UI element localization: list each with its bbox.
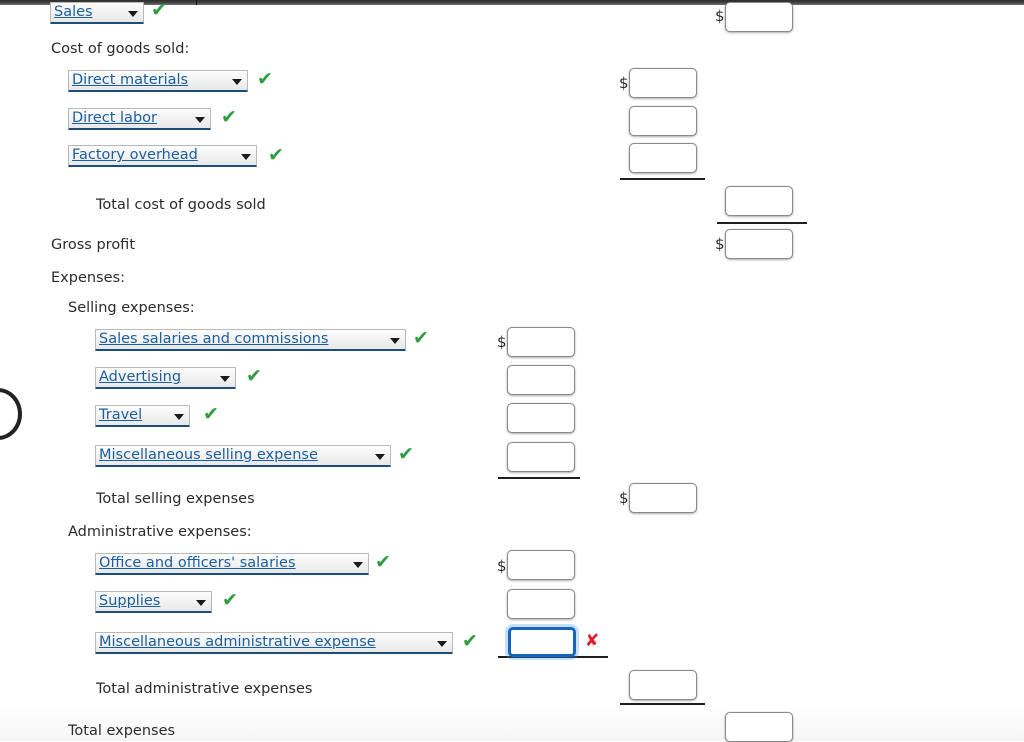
account-select-value-direct-labor: Direct labor	[72, 110, 157, 126]
row-label-administrative-expenses-header: Administrative expenses:	[68, 524, 252, 540]
amount-input-direct-materials[interactable]	[629, 68, 697, 98]
row-label-gross-profit: Gross profit	[51, 237, 136, 253]
amount-input-total-cost-of-goods-sold[interactable]	[725, 186, 793, 216]
validation-error-icon-miscellaneous-administrative-expense: ✘	[585, 631, 600, 651]
amount-input-sales-salaries-and-commissions[interactable]	[507, 327, 575, 357]
chevron-down-icon	[390, 338, 400, 344]
account-select-direct-materials[interactable]: Direct materials	[68, 70, 248, 92]
dollar-sign-gross-profit: $	[715, 235, 725, 253]
account-select-value-sales: Sales	[54, 4, 93, 20]
subtotal-rule-gross-profit	[717, 222, 807, 224]
amount-input-direct-labor[interactable]	[629, 106, 697, 136]
account-select-value-factory-overhead: Factory overhead	[72, 147, 198, 163]
row-label-total-selling-expenses: Total selling expenses	[96, 491, 255, 507]
account-select-value-supplies: Supplies	[99, 593, 161, 609]
row-label-total-cost-of-goods-sold: Total cost of goods sold	[96, 197, 266, 213]
account-select-value-miscellaneous-administrative-expense: Miscellaneous administrative expense	[99, 634, 376, 650]
row-label-total-administrative-expenses: Total administrative expenses	[96, 681, 313, 697]
chevron-down-icon	[353, 562, 363, 568]
validation-check-icon-advertising: ✔	[246, 365, 262, 387]
dollar-sign-total-selling-expenses: $	[619, 489, 629, 507]
account-select-supplies[interactable]: Supplies	[95, 591, 212, 613]
validation-check-icon-travel: ✔	[203, 403, 219, 425]
amount-input-supplies[interactable]	[507, 589, 575, 619]
account-select-miscellaneous-administrative-expense[interactable]: Miscellaneous administrative expense	[95, 632, 453, 654]
chevron-down-icon	[220, 376, 230, 382]
account-select-value-sales-salaries-and-commissions: Sales salaries and commissions	[99, 331, 329, 347]
circle-annotation-icon	[0, 388, 22, 440]
chevron-down-icon	[128, 11, 138, 17]
dollar-sign-sales: $	[715, 7, 725, 25]
account-select-sales-salaries-and-commissions[interactable]: Sales salaries and commissions	[95, 329, 406, 351]
validation-check-icon-miscellaneous-administrative-expense: ✔	[462, 630, 478, 652]
chevron-down-icon	[241, 154, 251, 160]
subtotal-rule-total-cost-of-goods-sold	[620, 178, 705, 180]
amount-input-office-and-officers-salaries[interactable]	[507, 550, 575, 580]
account-select-travel[interactable]: Travel	[95, 405, 190, 427]
validation-check-icon-direct-labor: ✔	[221, 106, 237, 128]
account-select-value-miscellaneous-selling-expense: Miscellaneous selling expense	[99, 447, 318, 463]
amount-input-total-administrative-expenses[interactable]	[629, 670, 697, 700]
dollar-sign-office-and-officers-salaries: $	[497, 557, 507, 575]
validation-check-icon-miscellaneous-selling-expense: ✔	[398, 443, 414, 465]
account-select-factory-overhead[interactable]: Factory overhead	[68, 145, 257, 167]
amount-input-total-expenses[interactable]	[725, 712, 793, 742]
chevron-down-icon	[174, 414, 184, 420]
account-select-value-direct-materials: Direct materials	[72, 72, 189, 88]
amount-input-miscellaneous-selling-expense[interactable]	[507, 442, 575, 472]
account-select-value-office-and-officers-salaries: Office and officers' salaries	[99, 555, 296, 571]
amount-input-total-selling-expenses[interactable]	[629, 483, 697, 513]
chevron-down-icon	[196, 600, 206, 606]
row-label-selling-expenses-header: Selling expenses:	[68, 300, 195, 316]
subtotal-rule-total-expenses	[620, 703, 705, 705]
dollar-sign-direct-materials: $	[619, 74, 629, 92]
validation-check-icon-sales: ✔	[151, 0, 167, 21]
chevron-down-icon	[232, 79, 242, 85]
dollar-sign-sales-salaries-and-commissions: $	[497, 333, 507, 351]
amount-input-miscellaneous-administrative-expense[interactable]	[508, 627, 576, 657]
amount-input-sales[interactable]	[725, 2, 793, 32]
chevron-down-icon	[195, 117, 205, 123]
amount-input-advertising[interactable]	[507, 365, 575, 395]
chevron-down-icon	[375, 454, 385, 460]
account-select-advertising[interactable]: Advertising	[95, 367, 236, 389]
account-select-direct-labor[interactable]: Direct labor	[68, 108, 211, 130]
chrome-divider	[196, 0, 197, 5]
account-select-sales[interactable]: Sales	[50, 2, 144, 24]
account-select-miscellaneous-selling-expense[interactable]: Miscellaneous selling expense	[95, 445, 391, 467]
validation-check-icon-sales-salaries-and-commissions: ✔	[413, 327, 429, 349]
amount-input-gross-profit[interactable]	[725, 229, 793, 259]
row-label-total-expenses: Total expenses	[68, 723, 176, 739]
row-label-cost-of-goods-sold-header: Cost of goods sold:	[51, 41, 190, 57]
account-select-office-and-officers-salaries[interactable]: Office and officers' salaries	[95, 553, 369, 575]
row-label-expenses-header: Expenses:	[51, 270, 125, 286]
amount-input-travel[interactable]	[507, 403, 575, 433]
validation-check-icon-office-and-officers-salaries: ✔	[375, 551, 391, 573]
account-select-value-travel: Travel	[99, 407, 143, 423]
validation-check-icon-factory-overhead: ✔	[268, 144, 284, 166]
chevron-down-icon	[437, 641, 447, 647]
amount-input-factory-overhead[interactable]	[629, 143, 697, 173]
validation-check-icon-direct-materials: ✔	[257, 68, 273, 90]
subtotal-rule-total-selling-expenses	[498, 477, 580, 479]
account-select-value-advertising: Advertising	[99, 369, 182, 385]
validation-check-icon-supplies: ✔	[222, 589, 238, 611]
